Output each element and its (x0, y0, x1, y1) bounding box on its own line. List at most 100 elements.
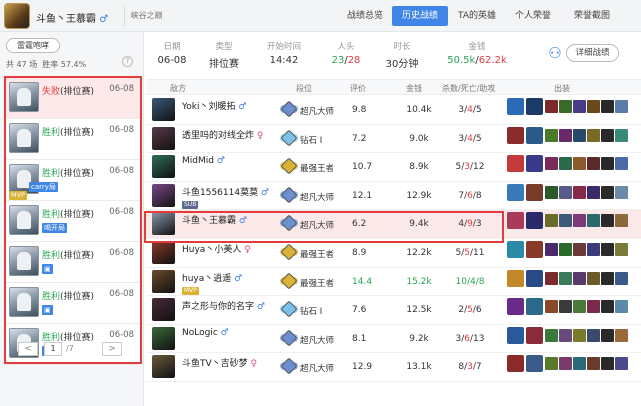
item-icon[interactable] (587, 328, 600, 342)
item-icon[interactable] (559, 243, 572, 256)
item-icon[interactable] (573, 214, 586, 228)
match-item[interactable]: 胜利(排位赛) 06-08 MVP carry局 (6, 160, 140, 201)
player-row[interactable]: 斗鱼1556114莫莫 ♂ SUB 超凡大师 12.1 12.9k 7/6/8 (146, 182, 641, 211)
player-row[interactable]: 斗鱼TV丶吉砂梦 ♀ 超凡大师 12.9 13.1k 8/3/7 (146, 353, 641, 382)
item-icon[interactable] (587, 300, 600, 314)
item-icon[interactable] (507, 155, 524, 173)
item-icon[interactable] (615, 328, 628, 342)
player-row[interactable]: 声之形与你的名字 ♂ 钻石 Ⅰ 7.6 12.5k 2/5/6 (146, 296, 641, 325)
item-icon[interactable] (545, 214, 558, 228)
item-icon[interactable] (526, 155, 543, 173)
item-icon[interactable] (573, 128, 586, 142)
item-icon[interactable] (526, 212, 543, 230)
player-name[interactable]: 透里吗的对线全炸 ♀ (182, 128, 263, 141)
hero-portrait[interactable] (152, 298, 175, 322)
item-icon[interactable] (545, 128, 558, 142)
item-icon[interactable] (507, 298, 524, 316)
player-row[interactable]: Huya丶小美人 ♀ 最强王者 8.9 12.2k 5/5/11 (146, 239, 641, 268)
match-item[interactable]: 失败(排位赛) 06-08 (6, 78, 140, 119)
item-icon[interactable] (615, 185, 628, 199)
item-icon[interactable] (507, 183, 524, 201)
item-icon[interactable] (615, 300, 628, 314)
match-item[interactable]: 胜利(排位赛) 06-08 ▣ (6, 242, 140, 283)
item-icon[interactable] (587, 214, 600, 228)
user-avatar[interactable] (4, 3, 30, 29)
prev-page-button[interactable]: < (18, 342, 38, 356)
player-name[interactable]: MidMid ♂ (182, 156, 225, 166)
match-item[interactable]: 胜利(排位赛) 06-08 喝开局 (6, 201, 140, 242)
item-icon[interactable] (587, 243, 600, 256)
item-icon[interactable] (615, 100, 628, 113)
item-icon[interactable] (559, 300, 572, 314)
item-icon[interactable] (545, 157, 558, 171)
item-icon[interactable] (587, 128, 600, 142)
item-icon[interactable] (545, 357, 558, 371)
item-icon[interactable] (615, 357, 628, 371)
match-item[interactable]: 胜利(排位赛) 06-08 (6, 119, 140, 160)
item-icon[interactable] (615, 214, 628, 228)
item-icon[interactable] (526, 241, 543, 258)
item-icon[interactable] (507, 212, 524, 230)
match-item[interactable]: 胜利(排位赛) 06-08 ▣ (6, 283, 140, 324)
item-icon[interactable] (507, 269, 524, 287)
item-icon[interactable] (573, 157, 586, 171)
player-row[interactable]: 透里吗的对线全炸 ♀ 钻石 Ⅰ 7.2 9.0k 3/4/5 (146, 125, 641, 154)
hero-portrait[interactable] (152, 326, 175, 350)
item-icon[interactable] (573, 243, 586, 256)
item-icon[interactable] (507, 126, 524, 144)
item-icon[interactable] (587, 271, 600, 285)
item-icon[interactable] (526, 126, 543, 144)
item-icon[interactable] (507, 98, 524, 115)
tab-screenshots[interactable]: 荣誉截图 (564, 6, 620, 26)
player-name[interactable]: Yoki丶刘暖拓 ♂ (182, 99, 246, 112)
item-icon[interactable] (545, 328, 558, 342)
page-input[interactable]: 1 (44, 342, 62, 356)
item-icon[interactable] (601, 271, 614, 285)
item-icon[interactable] (601, 357, 614, 371)
hero-portrait[interactable] (152, 212, 175, 236)
hero-portrait[interactable] (152, 126, 175, 150)
item-icon[interactable] (601, 157, 614, 171)
item-icon[interactable] (615, 243, 628, 256)
hero-portrait[interactable] (152, 98, 175, 121)
item-icon[interactable] (601, 328, 614, 342)
item-icon[interactable] (526, 269, 543, 287)
hero-portrait[interactable] (152, 269, 175, 293)
player-name[interactable]: 斗鱼1556114莫莫 ♂ (182, 185, 269, 198)
item-icon[interactable] (526, 183, 543, 201)
item-icon[interactable] (526, 298, 543, 316)
item-icon[interactable] (507, 241, 524, 258)
item-icon[interactable] (526, 98, 543, 115)
item-icon[interactable] (615, 128, 628, 142)
tab-overview[interactable]: 战绩总览 (340, 6, 390, 26)
item-icon[interactable] (559, 157, 572, 171)
hero-portrait[interactable] (152, 155, 175, 179)
tab-heroes[interactable]: TA的英雄 (452, 6, 502, 26)
person-icon[interactable]: ⚇ (548, 44, 562, 64)
player-row[interactable]: MidMid ♂ 最强王者 10.7 8.9k 5/3/12 (146, 153, 641, 182)
player-name[interactable]: 斗鱼TV丶吉砂梦 ♀ (182, 356, 257, 369)
item-icon[interactable] (545, 243, 558, 256)
next-page-button[interactable]: > (102, 342, 122, 356)
item-icon[interactable] (601, 243, 614, 256)
player-row[interactable]: NoLogic ♂ 超凡大师 8.1 9.2k 3/6/13 (146, 325, 641, 354)
player-name[interactable]: Huya丶小美人 ♀ (182, 242, 251, 255)
tab-history[interactable]: 历史战绩 (392, 6, 448, 26)
item-icon[interactable] (559, 185, 572, 199)
item-icon[interactable] (559, 271, 572, 285)
item-icon[interactable] (573, 185, 586, 199)
detail-button[interactable]: 详细战绩 (566, 44, 619, 62)
player-name[interactable]: NoLogic ♂ (182, 328, 229, 338)
item-icon[interactable] (545, 271, 558, 285)
item-icon[interactable] (559, 128, 572, 142)
item-icon[interactable] (573, 357, 586, 371)
item-icon[interactable] (545, 300, 558, 314)
item-icon[interactable] (601, 100, 614, 113)
player-name[interactable]: 声之形与你的名字 ♂ (182, 299, 265, 312)
mode-button[interactable]: 雷霆咆哮 (6, 38, 60, 53)
item-icon[interactable] (587, 185, 600, 199)
item-icon[interactable] (559, 100, 572, 113)
item-icon[interactable] (545, 185, 558, 199)
item-icon[interactable] (587, 357, 600, 371)
item-icon[interactable] (507, 326, 524, 344)
